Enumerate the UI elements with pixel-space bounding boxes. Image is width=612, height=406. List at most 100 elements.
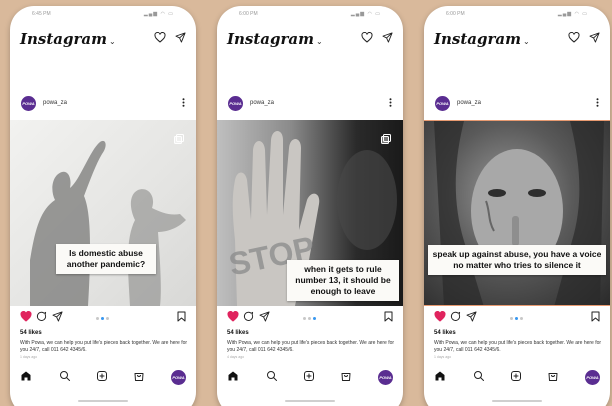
direct-message-icon[interactable] bbox=[175, 32, 186, 43]
search-icon[interactable] bbox=[266, 370, 278, 382]
image-caption-box: Is domestic abuse another pandemic? bbox=[56, 244, 156, 274]
carousel-dot bbox=[520, 317, 523, 320]
carousel-dot bbox=[308, 317, 311, 320]
bottom-nav: POWA bbox=[10, 368, 196, 388]
search-icon[interactable] bbox=[473, 370, 485, 382]
like-heart-icon[interactable] bbox=[434, 311, 446, 322]
profile-avatar[interactable]: POWA bbox=[585, 370, 600, 385]
post-header: POWA powa_za bbox=[10, 92, 196, 114]
status-bar: 6:00 PM ▂▄▆ ◠ ▭ bbox=[217, 11, 403, 21]
like-heart-icon[interactable] bbox=[20, 311, 32, 322]
image-caption-box: when it gets to rule number 13, it shoul… bbox=[287, 260, 399, 301]
activity-heart-icon[interactable] bbox=[568, 32, 580, 43]
status-bar: 6:00 PM ▂▄▆ ◠ ▭ bbox=[424, 11, 610, 21]
carousel-dots bbox=[510, 317, 523, 320]
avatar[interactable]: POWA bbox=[21, 96, 36, 111]
status-icons: ▂▄▆ ◠ ▭ bbox=[350, 11, 381, 17]
post-header: POWA powa_za bbox=[217, 92, 403, 114]
username[interactable]: powa_za bbox=[457, 100, 481, 106]
post-actions bbox=[217, 311, 403, 327]
home-indicator bbox=[78, 400, 128, 402]
post-timestamp: 1 days ago bbox=[20, 355, 38, 359]
comment-icon[interactable] bbox=[36, 311, 47, 322]
carousel-dot bbox=[510, 317, 513, 320]
chevron-down-icon[interactable]: ⌄ bbox=[523, 37, 530, 46]
chevron-down-icon[interactable]: ⌄ bbox=[316, 37, 323, 46]
search-icon[interactable] bbox=[59, 370, 71, 382]
chevron-down-icon[interactable]: ⌄ bbox=[109, 37, 116, 46]
post-image[interactable]: Is domestic abuse another pandemic? bbox=[10, 120, 196, 306]
face-portrait bbox=[434, 121, 604, 305]
phone-mockup-2: 6:00 PM ▂▄▆ ◠ ▭ Instagram ⌄ POWA powa_za … bbox=[217, 6, 403, 406]
instagram-logo[interactable]: Instagram ⌄ bbox=[20, 30, 116, 48]
carousel-dots bbox=[303, 317, 316, 320]
post-image[interactable]: STOP when it gets to rule number 13, it … bbox=[217, 120, 403, 306]
status-icons: ▂▄▆ ◠ ▭ bbox=[557, 11, 588, 17]
carousel-dots bbox=[96, 317, 109, 320]
carousel-dot bbox=[101, 317, 104, 320]
avatar[interactable]: POWA bbox=[228, 96, 243, 111]
instagram-logo[interactable]: Instagram ⌄ bbox=[227, 30, 323, 48]
status-bar: 6:45 PM ▂▄▆ ◠ ▭ bbox=[10, 11, 196, 21]
home-indicator bbox=[492, 400, 542, 402]
status-time: 6:00 PM bbox=[239, 11, 258, 17]
shopping-bag-icon[interactable] bbox=[133, 370, 145, 382]
carousel-dot bbox=[96, 317, 99, 320]
comment-icon[interactable] bbox=[243, 311, 254, 322]
phone-mockup-3: 6:00 PM ▂▄▆ ◠ ▭ Instagram ⌄ POWA powa_za … bbox=[424, 6, 610, 406]
more-options-icon[interactable] bbox=[182, 98, 185, 107]
more-options-icon[interactable] bbox=[596, 98, 599, 107]
carousel-dot bbox=[106, 317, 109, 320]
home-icon[interactable] bbox=[434, 370, 446, 382]
new-post-icon[interactable] bbox=[303, 370, 315, 382]
shadow-silhouettes bbox=[30, 140, 186, 306]
post-actions bbox=[10, 311, 196, 327]
comment-icon[interactable] bbox=[450, 311, 461, 322]
bookmark-icon[interactable] bbox=[177, 311, 186, 322]
share-icon[interactable] bbox=[52, 311, 63, 322]
post-caption: With Powa, we can help you put life's pi… bbox=[227, 340, 395, 353]
new-post-icon[interactable] bbox=[96, 370, 108, 382]
share-icon[interactable] bbox=[259, 311, 270, 322]
activity-heart-icon[interactable] bbox=[154, 32, 166, 43]
direct-message-icon[interactable] bbox=[382, 32, 393, 43]
phone-mockup-1: 6:45 PM ▂▄▆ ◠ ▭ Instagram ⌄ POWA powa_za … bbox=[10, 6, 196, 406]
post-image[interactable]: speak up against abuse, you have a voice… bbox=[424, 120, 610, 306]
instagram-logo[interactable]: Instagram ⌄ bbox=[434, 30, 530, 48]
shopping-bag-icon[interactable] bbox=[547, 370, 559, 382]
home-icon[interactable] bbox=[20, 370, 32, 382]
new-post-icon[interactable] bbox=[510, 370, 522, 382]
post-timestamp: 1 days ago bbox=[434, 355, 452, 359]
like-heart-icon[interactable] bbox=[227, 311, 239, 322]
bookmark-icon[interactable] bbox=[384, 311, 393, 322]
post-caption: With Powa, we can help you put life's pi… bbox=[20, 340, 188, 353]
avatar[interactable]: POWA bbox=[435, 96, 450, 111]
home-icon[interactable] bbox=[227, 370, 239, 382]
shopping-bag-icon[interactable] bbox=[340, 370, 352, 382]
app-header: Instagram ⌄ bbox=[424, 26, 610, 56]
post-caption: With Powa, we can help you put life's pi… bbox=[434, 340, 602, 353]
carousel-icon bbox=[381, 134, 391, 144]
bottom-nav: POWA bbox=[424, 368, 610, 388]
status-time: 6:00 PM bbox=[446, 11, 465, 17]
activity-heart-icon[interactable] bbox=[361, 32, 373, 43]
app-header: Instagram ⌄ bbox=[217, 26, 403, 56]
home-indicator bbox=[285, 400, 335, 402]
profile-avatar[interactable]: POWA bbox=[171, 370, 186, 385]
image-caption-box: speak up against abuse, you have a voice… bbox=[428, 245, 606, 275]
carousel-dot bbox=[515, 317, 518, 320]
username[interactable]: powa_za bbox=[250, 100, 274, 106]
like-count[interactable]: 54 likes bbox=[434, 330, 456, 336]
like-count[interactable]: 54 likes bbox=[20, 330, 42, 336]
like-count[interactable]: 54 likes bbox=[227, 330, 249, 336]
profile-avatar[interactable]: POWA bbox=[378, 370, 393, 385]
bottom-nav: POWA bbox=[217, 368, 403, 388]
bookmark-icon[interactable] bbox=[591, 311, 600, 322]
username[interactable]: powa_za bbox=[43, 100, 67, 106]
carousel-dot bbox=[303, 317, 306, 320]
more-options-icon[interactable] bbox=[389, 98, 392, 107]
post-header: POWA powa_za bbox=[424, 92, 610, 114]
post-timestamp: 4 days ago bbox=[227, 355, 245, 359]
direct-message-icon[interactable] bbox=[589, 32, 600, 43]
share-icon[interactable] bbox=[466, 311, 477, 322]
